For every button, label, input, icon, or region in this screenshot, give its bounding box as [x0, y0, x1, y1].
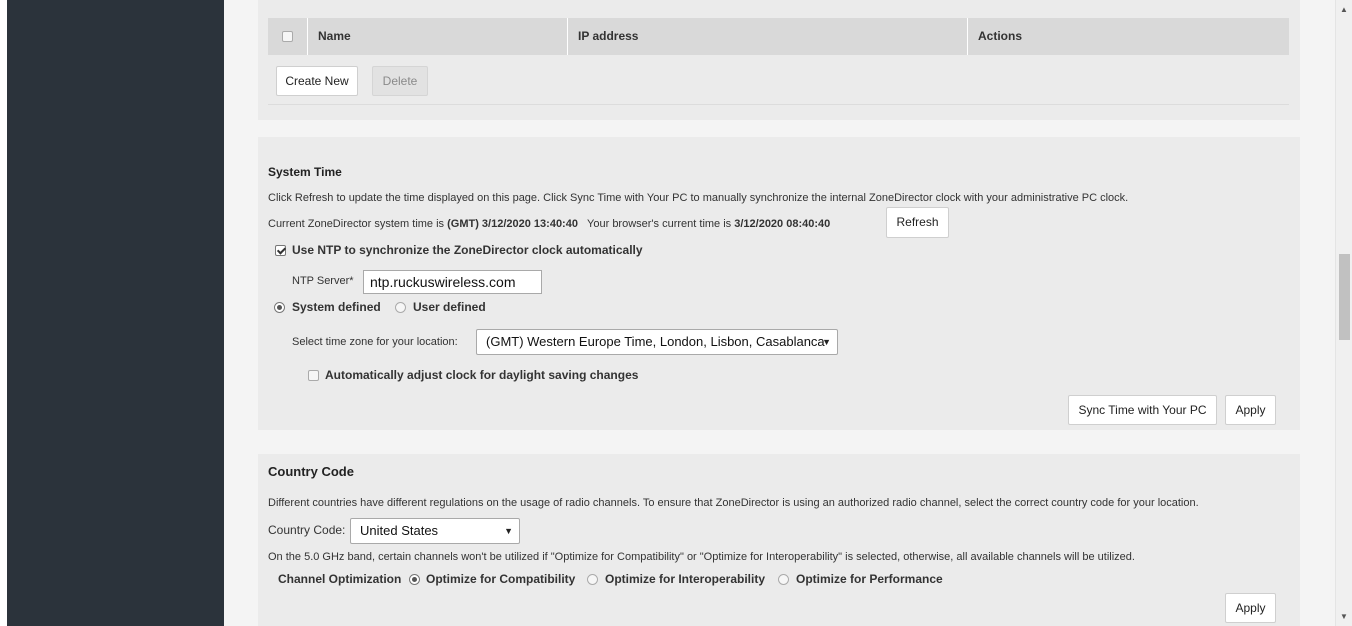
- window-edge: [0, 0, 7, 626]
- dst-checkbox-label[interactable]: Automatically adjust clock for daylight …: [325, 368, 638, 382]
- scroll-down-icon[interactable]: ▼: [1336, 610, 1352, 624]
- timezone-value: (GMT) Western Europe Time, London, Lisbo…: [486, 334, 825, 349]
- column-header-actions: Actions: [978, 29, 1023, 43]
- ntp-server-input[interactable]: ntp.ruckuswireless.com: [363, 270, 542, 294]
- country-code-label: Country Code:: [268, 523, 346, 537]
- optimize-interoperability-radio[interactable]: [587, 574, 598, 585]
- sidebar: [7, 0, 224, 626]
- column-header-ip[interactable]: IP address: [578, 18, 638, 55]
- ntp-checkbox-label[interactable]: Use NTP to synchronize the ZoneDirector …: [292, 243, 643, 257]
- column-divider: [967, 18, 968, 55]
- current-time-label: Current ZoneDirector system time is: [268, 218, 445, 230]
- apply-button[interactable]: Apply: [1225, 593, 1276, 623]
- delete-button[interactable]: Delete: [372, 66, 428, 96]
- access-list-panel: Name IP address Actions Create New Delet…: [258, 0, 1300, 120]
- optimize-compatibility-radio[interactable]: [409, 574, 420, 585]
- band-note: On the 5.0 GHz band, certain channels wo…: [268, 551, 1135, 563]
- country-code-value: United States: [360, 523, 439, 538]
- dst-checkbox[interactable]: [308, 370, 319, 381]
- browser-time-label: Your browser's current time is: [587, 218, 732, 230]
- sync-time-button[interactable]: Sync Time with Your PC: [1068, 395, 1217, 425]
- vertical-scrollbar[interactable]: ▲ ▼: [1335, 0, 1352, 626]
- country-code-select[interactable]: United States ▼: [350, 518, 520, 544]
- scrollbar-thumb[interactable]: [1339, 254, 1350, 340]
- apply-button[interactable]: Apply: [1225, 395, 1276, 425]
- channel-optimization-label: Channel Optimization: [278, 572, 402, 586]
- section-description: Different countries have different regul…: [268, 497, 1199, 509]
- timezone-select[interactable]: (GMT) Western Europe Time, London, Lisbo…: [476, 329, 838, 355]
- column-header-name[interactable]: Name: [318, 18, 351, 55]
- optimize-performance-radio[interactable]: [778, 574, 789, 585]
- scroll-up-icon[interactable]: ▲: [1336, 3, 1352, 17]
- ntp-server-label: NTP Server*: [292, 275, 354, 287]
- current-time-value: (GMT) 3/12/2020 13:40:40: [447, 218, 578, 230]
- system-time-panel: System Time Click Refresh to update the …: [258, 137, 1300, 430]
- optimize-compatibility-label[interactable]: Optimize for Compatibility: [426, 572, 575, 586]
- optimize-performance-label[interactable]: Optimize for Performance: [796, 572, 943, 586]
- divider: [268, 104, 1289, 105]
- current-time-row: Current ZoneDirector system time is (GMT…: [268, 218, 830, 230]
- system-defined-label[interactable]: System defined: [292, 300, 381, 314]
- column-divider: [307, 18, 308, 55]
- section-description: Click Refresh to update the time display…: [268, 192, 1129, 204]
- refresh-button[interactable]: Refresh: [886, 207, 949, 238]
- browser-time-value: 3/12/2020 08:40:40: [734, 218, 831, 230]
- timezone-label: Select time zone for your location:: [292, 336, 458, 348]
- country-code-panel: Country Code Different countries have di…: [258, 454, 1300, 626]
- table-header: Name IP address Actions: [268, 18, 1289, 55]
- optimize-interoperability-label[interactable]: Optimize for Interoperability: [605, 572, 765, 586]
- column-divider: [567, 18, 568, 55]
- select-all-checkbox[interactable]: [282, 31, 293, 42]
- section-title: Country Code: [268, 464, 354, 479]
- user-defined-label[interactable]: User defined: [413, 300, 486, 314]
- dropdown-arrow-icon: ▼: [504, 526, 513, 536]
- dropdown-arrow-icon: ▼: [822, 337, 831, 347]
- section-title: System Time: [268, 165, 342, 179]
- system-defined-radio[interactable]: [274, 302, 285, 313]
- create-new-button[interactable]: Create New: [276, 66, 358, 96]
- ntp-checkbox[interactable]: [275, 245, 286, 256]
- user-defined-radio[interactable]: [395, 302, 406, 313]
